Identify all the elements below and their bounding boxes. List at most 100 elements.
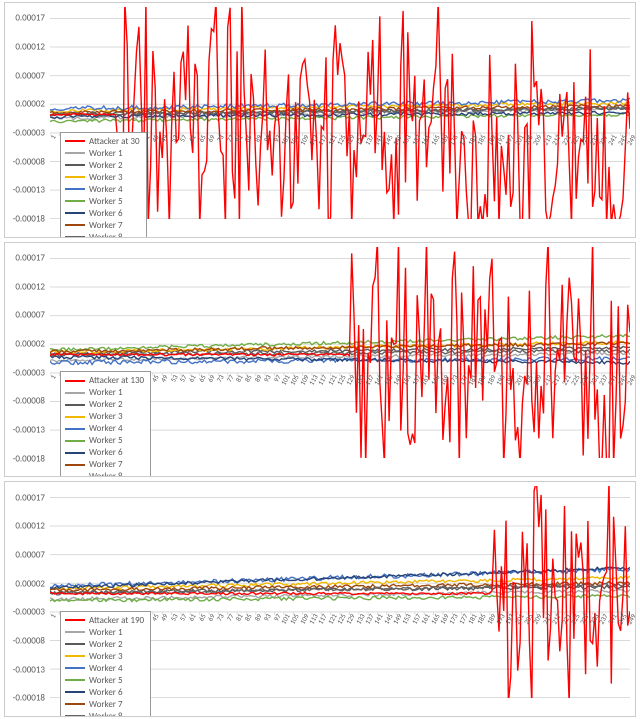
y-tick-label: 0.00012 <box>15 521 45 532</box>
legend-item: Worker 2 <box>65 399 144 410</box>
legend-swatch-icon <box>65 464 85 466</box>
legend-label: Worker 1 <box>89 387 123 398</box>
legend-swatch-icon <box>65 224 85 226</box>
legend-swatch-icon <box>65 643 85 645</box>
legend-item: Worker 7 <box>65 699 144 710</box>
legend: Attacker at 130Worker 1Worker 2Worker 3W… <box>60 371 151 477</box>
legend-item: Worker 3 <box>65 172 140 183</box>
legend-label: Worker 8 <box>89 711 123 717</box>
y-tick-label: -0.00013 <box>13 425 45 436</box>
legend-label: Attacker at 190 <box>89 615 144 626</box>
y-tick-label: -0.00018 <box>13 453 45 464</box>
legend-item: Worker 2 <box>65 639 144 650</box>
legend-label: Worker 2 <box>89 639 123 650</box>
legend-label: Worker 8 <box>89 232 123 238</box>
legend-label: Worker 3 <box>89 411 123 422</box>
legend-label: Worker 5 <box>89 435 123 446</box>
y-tick-label: -0.00018 <box>13 214 45 225</box>
legend-swatch-icon <box>65 404 85 406</box>
legend-swatch-icon <box>65 679 85 681</box>
legend-swatch-icon <box>65 152 85 154</box>
legend-item: Worker 3 <box>65 651 144 662</box>
y-tick-label: 0.00007 <box>15 70 45 81</box>
chart-3: -0.00018-0.00013-0.00008-0.000030.000020… <box>4 481 636 717</box>
y-tick-label: 0.00012 <box>15 281 45 292</box>
legend-label: Worker 5 <box>89 196 123 207</box>
y-tick-label: 0.00007 <box>15 310 45 321</box>
legend-item: Worker 8 <box>65 711 144 717</box>
y-axis: -0.00018-0.00013-0.00008-0.000030.000020… <box>5 7 47 219</box>
chart-1: -0.00018 -0.00013 -0.00008 -0.00003 0.00002 0… <box>4 2 636 238</box>
legend-item: Attacker at 30 <box>65 136 140 147</box>
legend-swatch-icon <box>65 140 85 142</box>
legend: Attacker at 30Worker 1Worker 2Worker 3Wo… <box>60 132 147 238</box>
y-tick-label: -0.00008 <box>13 156 45 167</box>
legend-label: Worker 6 <box>89 687 123 698</box>
legend-label: Attacker at 30 <box>89 136 140 147</box>
y-tick-label: -0.00013 <box>13 185 45 196</box>
y-tick-label: 0.00007 <box>15 550 45 561</box>
legend-label: Worker 4 <box>89 184 123 195</box>
y-tick-label: -0.00008 <box>13 636 45 647</box>
legend-swatch-icon <box>65 631 85 633</box>
legend-swatch-icon <box>65 703 85 705</box>
legend-item: Worker 4 <box>65 663 144 674</box>
y-tick-label: 0.00017 <box>15 13 45 24</box>
legend-item: Worker 6 <box>65 687 144 698</box>
legend-label: Worker 3 <box>89 172 123 183</box>
y-tick-label: 0.00002 <box>15 339 45 350</box>
y-tick-label: 0.00017 <box>15 492 45 503</box>
legend-swatch-icon <box>65 667 85 669</box>
legend-item: Worker 5 <box>65 435 144 446</box>
y-tick-label: 0.00002 <box>15 578 45 589</box>
legend-swatch-icon <box>65 380 85 382</box>
legend-item: Worker 5 <box>65 675 144 686</box>
legend-swatch-icon <box>65 655 85 657</box>
legend-label: Worker 6 <box>89 447 123 458</box>
legend-label: Worker 1 <box>89 148 123 159</box>
legend-label: Worker 7 <box>89 220 123 231</box>
legend-swatch-icon <box>65 619 85 621</box>
legend-item: Worker 4 <box>65 423 144 434</box>
legend-swatch-icon <box>65 212 85 214</box>
legend-item: Worker 7 <box>65 220 140 231</box>
legend-item: Worker 1 <box>65 148 140 159</box>
y-tick-label: -0.00003 <box>13 367 45 378</box>
y-tick-label: -0.00008 <box>13 396 45 407</box>
legend-label: Worker 3 <box>89 651 123 662</box>
legend-item: Attacker at 190 <box>65 615 144 626</box>
legend-swatch-icon <box>65 428 85 430</box>
legend-swatch-icon <box>65 200 85 202</box>
legend-item: Worker 8 <box>65 232 140 238</box>
y-tick-label: -0.00003 <box>13 607 45 618</box>
legend-item: Worker 6 <box>65 447 144 458</box>
legend-item: Worker 1 <box>65 627 144 638</box>
x-tick-label: 1 <box>48 373 58 381</box>
legend-item: Worker 3 <box>65 411 144 422</box>
legend-label: Worker 2 <box>89 160 123 171</box>
legend-swatch-icon <box>65 416 85 418</box>
legend-label: Worker 2 <box>89 399 123 410</box>
legend-item: Attacker at 130 <box>65 375 144 386</box>
legend-label: Worker 4 <box>89 423 123 434</box>
legend-swatch-icon <box>65 236 85 238</box>
legend-swatch-icon <box>65 188 85 190</box>
y-axis: -0.00018-0.00013-0.00008-0.000030.000020… <box>5 247 47 459</box>
legend-swatch-icon <box>65 176 85 178</box>
legend-label: Worker 7 <box>89 699 123 710</box>
legend-label: Worker 7 <box>89 459 123 470</box>
y-tick-label: -0.00003 <box>13 128 45 139</box>
legend-label: Worker 5 <box>89 675 123 686</box>
legend-item: Worker 6 <box>65 208 140 219</box>
chart-2: -0.00018 -0.00013 -0.00008 -0.00003 0.00002 0… <box>4 242 636 478</box>
page: -0.00018 -0.00013 -0.00008 -0.00003 0.00002 0… <box>0 0 640 719</box>
legend-swatch-icon <box>65 452 85 454</box>
legend-label: Worker 1 <box>89 627 123 638</box>
legend-item: Worker 1 <box>65 387 144 398</box>
legend-item: Worker 7 <box>65 459 144 470</box>
legend-label: Worker 6 <box>89 208 123 219</box>
y-tick-label: 0.00002 <box>15 99 45 110</box>
legend-swatch-icon <box>65 715 85 717</box>
x-tick-label: 1 <box>48 133 58 141</box>
y-tick-label: -0.00013 <box>13 664 45 675</box>
